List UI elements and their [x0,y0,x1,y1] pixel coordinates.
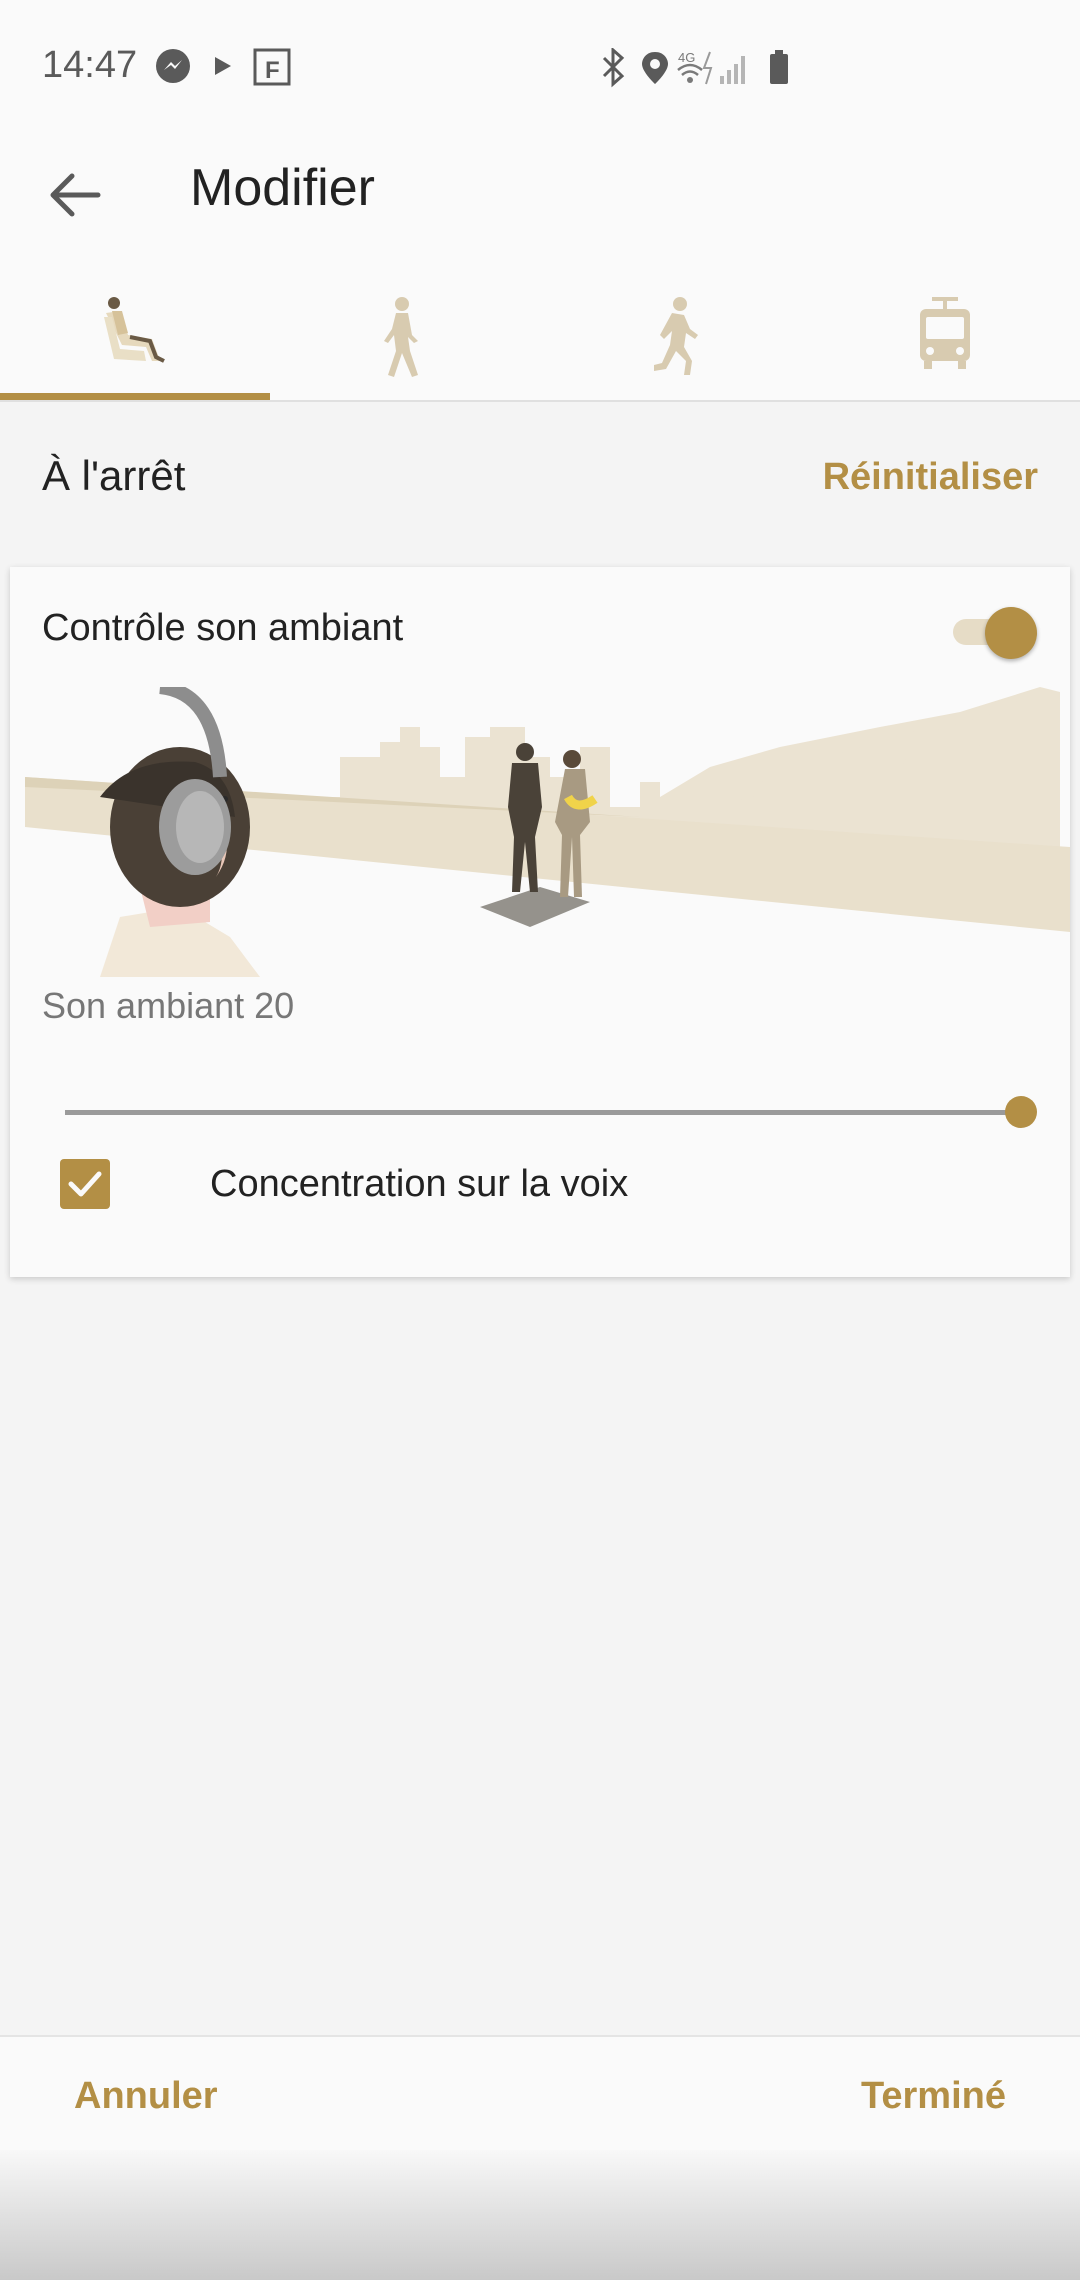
system-navigation-bar [0,2150,1080,2280]
activity-tabs [0,260,1080,402]
app-bar: Modifier [0,110,1080,260]
cancel-button[interactable]: Annuler [74,2075,218,2118]
tab-transport[interactable] [810,260,1080,400]
slider-thumb[interactable] [1005,1096,1037,1128]
ambient-illustration [25,687,1070,977]
tram-icon [920,297,970,369]
tab-walking[interactable] [270,260,540,400]
status-right-icons: 4G [602,48,788,88]
flipboard-icon: F [253,48,291,86]
ambient-control-title: Contrôle son ambiant [42,607,404,649]
ambient-level-label: Son ambiant 20 [42,985,295,1026]
slider-track [65,1110,1025,1115]
bluetooth-icon [602,48,625,88]
status-time: 14:47 [42,44,138,86]
tab-sitting[interactable] [0,260,270,400]
tab-indicator [0,393,270,400]
battery-icon [770,50,788,84]
reset-button[interactable]: Réinitialiser [823,456,1038,499]
messenger-icon [156,49,190,83]
play-icon [215,57,231,75]
walking-person-icon [384,297,418,377]
status-left-icons: F [156,48,291,86]
done-button[interactable]: Terminé [861,2075,1006,2118]
arrow-left-icon [50,173,101,217]
toggle-thumb [985,607,1037,659]
wifi-4g-icon: 4G [677,50,713,85]
voice-focus-label: Concentration sur la voix [210,1163,629,1205]
back-button[interactable] [40,160,110,230]
svg-text:4G: 4G [678,50,695,65]
ambient-control-toggle[interactable] [945,603,1037,659]
signal-icon [720,56,745,84]
page-title: Modifier [190,159,375,217]
location-icon [642,52,668,84]
tab-running[interactable] [540,260,810,400]
svg-text:F: F [265,57,280,84]
sitting-person-icon [104,297,165,363]
ambient-sound-card: Contrôle son ambiant Son ambiant 20 Conc… [10,567,1070,1277]
section-title: À l'arrêt [42,452,186,499]
ambient-level-slider[interactable] [65,1082,1045,1142]
check-icon [68,1171,102,1197]
running-person-icon [654,297,698,375]
voice-focus-checkbox[interactable] [60,1159,110,1209]
